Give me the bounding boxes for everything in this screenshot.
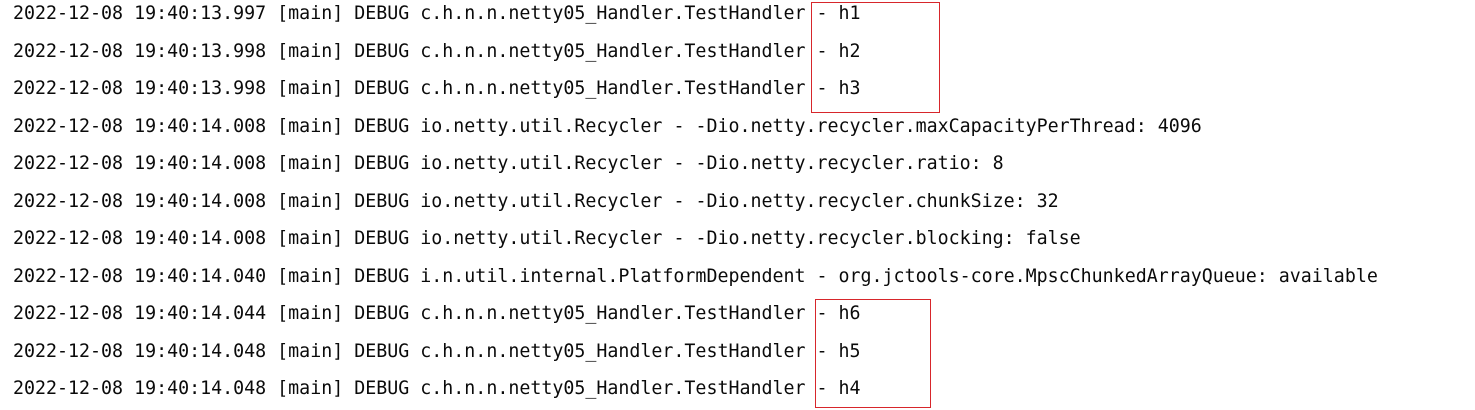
log-logger: c.h.n.n.netty05_Handler.TestHandler (420, 3, 806, 25)
log-line: 2022-12-08 19:40:13.998 [main] DEBUG c.h… (13, 33, 1475, 71)
log-timestamp: 2022-12-08 19:40:14.008 (13, 190, 267, 212)
log-level: DEBUG (354, 40, 410, 62)
log-thread: [main] (277, 228, 344, 250)
log-level: DEBUG (354, 265, 410, 287)
log-thread: [main] (277, 265, 344, 287)
log-line: 2022-12-08 19:40:14.008 [main] DEBUG io.… (13, 108, 1475, 146)
log-line: 2022-12-08 19:40:13.997 [main] DEBUG c.h… (13, 0, 1475, 33)
log-timestamp: 2022-12-08 19:40:14.044 (13, 303, 267, 325)
log-message: - -Dio.netty.recycler.chunkSize: 32 (673, 190, 1059, 212)
log-logger: c.h.n.n.netty05_Handler.TestHandler (420, 378, 806, 400)
log-timestamp: 2022-12-08 19:40:14.048 (13, 340, 267, 362)
log-message: - -Dio.netty.recycler.maxCapacityPerThre… (673, 115, 1202, 137)
log-level: DEBUG (354, 115, 410, 137)
log-message: - -Dio.netty.recycler.blocking: false (673, 228, 1081, 250)
log-logger: io.netty.util.Recycler (420, 115, 663, 137)
log-timestamp: 2022-12-08 19:40:13.997 (13, 3, 267, 25)
log-timestamp: 2022-12-08 19:40:13.998 (13, 78, 267, 100)
log-logger: io.netty.util.Recycler (420, 153, 663, 175)
log-timestamp: 2022-12-08 19:40:14.040 (13, 265, 267, 287)
log-level: DEBUG (354, 378, 410, 400)
log-timestamp: 2022-12-08 19:40:14.008 (13, 153, 267, 175)
log-line: 2022-12-08 19:40:14.044 [main] DEBUG c.h… (13, 295, 1475, 333)
log-message: - h1 (816, 3, 861, 25)
log-logger: c.h.n.n.netty05_Handler.TestHandler (420, 40, 806, 62)
log-level: DEBUG (354, 340, 410, 362)
log-message: - org.jctools-core.MpscChunkedArrayQueue… (816, 265, 1378, 287)
log-line: 2022-12-08 19:40:14.040 [main] DEBUG i.n… (13, 258, 1475, 296)
log-line: 2022-12-08 19:40:14.008 [main] DEBUG io.… (13, 220, 1475, 258)
log-line: 2022-12-08 19:40:13.998 [main] DEBUG c.h… (13, 70, 1475, 108)
log-level: DEBUG (354, 78, 410, 100)
log-timestamp: 2022-12-08 19:40:14.048 (13, 378, 267, 400)
log-thread: [main] (277, 115, 344, 137)
log-thread: [main] (277, 3, 344, 25)
log-thread: [main] (277, 378, 344, 400)
log-timestamp: 2022-12-08 19:40:13.998 (13, 40, 267, 62)
log-message: - -Dio.netty.recycler.ratio: 8 (673, 153, 1004, 175)
log-line: 2022-12-08 19:40:14.048 [main] DEBUG c.h… (13, 370, 1475, 408)
console-output: 2022-12-08 19:40:13.997 [main] DEBUG c.h… (13, 0, 1475, 408)
log-thread: [main] (277, 78, 344, 100)
log-logger: c.h.n.n.netty05_Handler.TestHandler (420, 78, 806, 100)
log-level: DEBUG (354, 228, 410, 250)
log-thread: [main] (277, 153, 344, 175)
log-logger: i.n.util.internal.PlatformDependent (420, 265, 806, 287)
log-line: 2022-12-08 19:40:14.008 [main] DEBUG io.… (13, 145, 1475, 183)
log-thread: [main] (277, 40, 344, 62)
log-level: DEBUG (354, 303, 410, 325)
log-message: - h3 (816, 78, 861, 100)
log-logger: io.netty.util.Recycler (420, 228, 663, 250)
log-logger: io.netty.util.Recycler (420, 190, 663, 212)
log-timestamp: 2022-12-08 19:40:14.008 (13, 228, 267, 250)
log-message: - h6 (816, 303, 861, 325)
log-thread: [main] (277, 303, 344, 325)
log-message: - h4 (816, 378, 861, 400)
log-thread: [main] (277, 340, 344, 362)
log-timestamp: 2022-12-08 19:40:14.008 (13, 115, 267, 137)
log-logger: c.h.n.n.netty05_Handler.TestHandler (420, 340, 806, 362)
log-level: DEBUG (354, 153, 410, 175)
log-thread: [main] (277, 190, 344, 212)
log-message: - h2 (816, 40, 861, 62)
log-line: 2022-12-08 19:40:14.008 [main] DEBUG io.… (13, 183, 1475, 221)
log-level: DEBUG (354, 190, 410, 212)
log-level: DEBUG (354, 3, 410, 25)
log-message: - h5 (816, 340, 861, 362)
log-line: 2022-12-08 19:40:14.048 [main] DEBUG c.h… (13, 333, 1475, 371)
log-logger: c.h.n.n.netty05_Handler.TestHandler (420, 303, 806, 325)
